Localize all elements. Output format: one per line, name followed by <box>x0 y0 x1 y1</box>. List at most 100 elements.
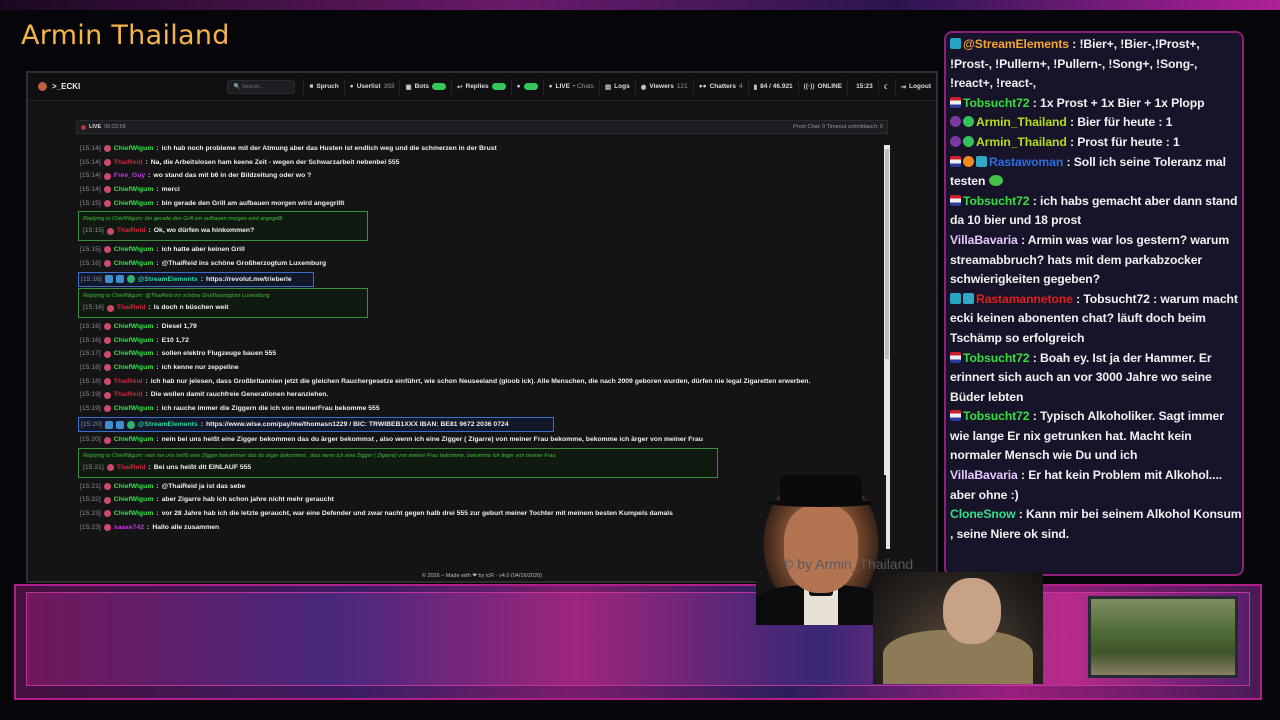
message-text: nein bei uns heißt eine Zigger bekommen … <box>161 436 703 444</box>
status-counters: Prost Chat: 0 Timeout schnittlauch: 0 <box>793 124 883 130</box>
chat-message: [15:18] ChiefWigum: ich kenne nur zeppelin… <box>78 361 888 375</box>
toggle-switch[interactable] <box>523 83 538 90</box>
user-emote-icon <box>103 405 111 413</box>
chat-message: [15:14] ThaiReid: Na, die Arbeitslosen ham… <box>78 156 888 170</box>
nav-item-live[interactable]: ● LIVE • Chats <box>542 78 599 95</box>
message-username[interactable]: ChiefWigum <box>114 183 154 197</box>
message-username[interactable]: ChiefWigum <box>114 334 154 348</box>
message-text: Bei uns heißt dit EINLAUF 555 <box>153 464 252 472</box>
message-colon: : <box>200 275 203 283</box>
message-username[interactable]: ChiefWigum <box>114 243 154 257</box>
user-emote-icon <box>103 483 111 491</box>
message-text: ich hatte aber keinen Grill <box>161 246 245 254</box>
message-username[interactable]: ChiefWigum <box>114 257 154 271</box>
message-username[interactable]: ThaiReid <box>114 156 143 170</box>
nav-item-online[interactable]: ((·)) ONLINE <box>797 78 847 95</box>
nav-item-moon-icon[interactable]: ☾ <box>877 78 895 95</box>
message-username[interactable]: ChiefWigum <box>114 493 154 507</box>
message-username[interactable]: @StreamElements <box>138 273 198 287</box>
overlay-username: Tobsucht72 <box>963 193 1030 208</box>
message-colon: : <box>147 523 150 531</box>
message-username[interactable]: ChiefWigum <box>114 142 154 156</box>
nav-item-viewers[interactable]: ◉ Viewers 121 <box>634 78 693 95</box>
channel-title: Armin Thailand <box>21 20 230 51</box>
message-username[interactable]: ChiefWigum <box>114 402 154 416</box>
message-username[interactable]: ThaiReid <box>117 461 146 475</box>
nav-item-mic-icon[interactable]: ● <box>510 78 543 95</box>
overlay-username: Tobsucht72 <box>963 95 1030 110</box>
chat-message: [15:20] @StreamElements: https://www.wise.… <box>79 418 553 432</box>
message-text: aber Zigarre hab ich schon jahre nicht m… <box>161 496 334 504</box>
app-footer: © 2026 – Made with ❤ by tcR · v4.0 (04/1… <box>421 573 543 579</box>
message-username[interactable]: Free_Guy <box>114 169 145 183</box>
message-username[interactable]: ChiefWigum <box>114 361 154 375</box>
nav-item-userlist[interactable]: ● Userlist 393 <box>343 78 400 95</box>
message-username[interactable]: ThaiReid <box>114 388 143 402</box>
nav-item-84-46-921[interactable]: ▮ 84 / 46.921 <box>747 78 798 95</box>
nav-item-replies[interactable]: ↩ Replies <box>451 78 511 95</box>
reply-block: Replying to ChiefWigum: nein bei uns hei… <box>78 448 718 478</box>
user-emote-icon <box>103 510 111 518</box>
overlay-username: Armin_Thailand <box>976 115 1067 130</box>
search-input[interactable]: 🔍 Search... <box>227 79 296 94</box>
chat-message: [15:18] ThaiReid: ich hab nur jelesen, das… <box>78 375 888 389</box>
nav-label: Replies <box>465 83 489 90</box>
garden-cam-image <box>1088 596 1238 678</box>
message-text: @ThaiReid ins schöne Großherzogtum Luxem… <box>161 259 327 267</box>
message-username[interactable]: ChiefWigum <box>114 433 154 447</box>
message-username[interactable]: ThaiReid <box>114 375 143 389</box>
watermark: © by Armin_Thailand <box>783 556 914 572</box>
message-username[interactable]: @StreamElements <box>138 418 198 432</box>
nav-item-15-23[interactable]: 15:23 <box>847 78 878 95</box>
user-emote-icon <box>103 260 111 268</box>
message-username[interactable]: ChiefWigum <box>114 347 154 361</box>
scrollbar-thumb[interactable] <box>885 149 889 359</box>
user-badge-icon <box>950 38 961 49</box>
speech-icon: ■ <box>309 83 314 90</box>
message-username[interactable]: ChiefWigum <box>114 197 154 211</box>
bot-message: [15:20] @StreamElements: https://www.wise.… <box>78 416 554 433</box>
chat-message: [15:16] ChiefWigum: E10 1,72 <box>78 334 888 348</box>
chat-message: [15:19] ChiefWigum: ich rauche immer die Z… <box>78 402 888 416</box>
message-username[interactable]: ThaiReid <box>117 301 146 315</box>
nav-label: Viewers <box>649 83 674 90</box>
moon-icon: ☾ <box>883 83 890 91</box>
toggle-switch[interactable] <box>432 83 447 90</box>
message-timestamp: [15:15] <box>83 227 104 235</box>
eye-icon: ◉ <box>640 83 647 91</box>
avatar <box>38 82 47 91</box>
message-username[interactable]: ChiefWigum <box>114 320 154 334</box>
message-timestamp: [15:16] <box>80 322 101 330</box>
message-username[interactable]: ThaiReid <box>117 224 146 238</box>
nav-item-bots[interactable]: ▣ Bots <box>399 78 451 95</box>
nav-item-logout[interactable]: ⇥ Logout <box>894 78 936 95</box>
logo-text: >_ECKI <box>52 82 81 91</box>
reply-icon: ↩ <box>457 83 463 91</box>
reply-header: Replying to ChiefWigum: nein bei uns hei… <box>83 453 556 460</box>
user-emote-icon <box>103 159 111 167</box>
bot-message: [15:16] @StreamElements: https://revolut.m… <box>78 271 314 288</box>
mic-icon: ● <box>516 83 521 90</box>
user-emote-icon <box>103 145 111 153</box>
user-emote-icon <box>103 391 111 399</box>
user-emote-icon <box>106 464 114 472</box>
emote-icon <box>988 175 1003 187</box>
overlay-username: VillaBavaria <box>950 232 1018 247</box>
message-username[interactable]: ChiefWigum <box>114 507 154 521</box>
message-text: ich hab nur jelesen, dass Großbritannien… <box>150 377 811 385</box>
nav-item-chatters[interactable]: ●● Chatters 4 <box>692 78 748 95</box>
toggle-switch[interactable] <box>491 83 506 90</box>
nav-item-logs[interactable]: ▤ Logs <box>599 78 635 95</box>
message-timestamp: [15:21] <box>83 464 104 472</box>
nav-item-spruch[interactable]: ■ Spruch <box>303 78 343 95</box>
user-emote-icon <box>103 246 111 254</box>
live-label: LIVE <box>89 124 102 130</box>
message-username[interactable]: ChiefWigum <box>114 480 154 494</box>
app-logo[interactable]: >_ECKI <box>38 82 80 91</box>
chat-message: [15:15] ThaiReid: Ok, wo dürfen wa hinkomm… <box>83 224 363 238</box>
message-colon: : <box>156 496 159 504</box>
overlay-username: @StreamElements <box>963 37 1069 51</box>
overlay-chat-message: Armin_Thailand : Bier für heute : 1 <box>950 113 1242 133</box>
message-username[interactable]: xaaxe742 <box>114 521 144 535</box>
user-emote-icon <box>103 350 111 358</box>
